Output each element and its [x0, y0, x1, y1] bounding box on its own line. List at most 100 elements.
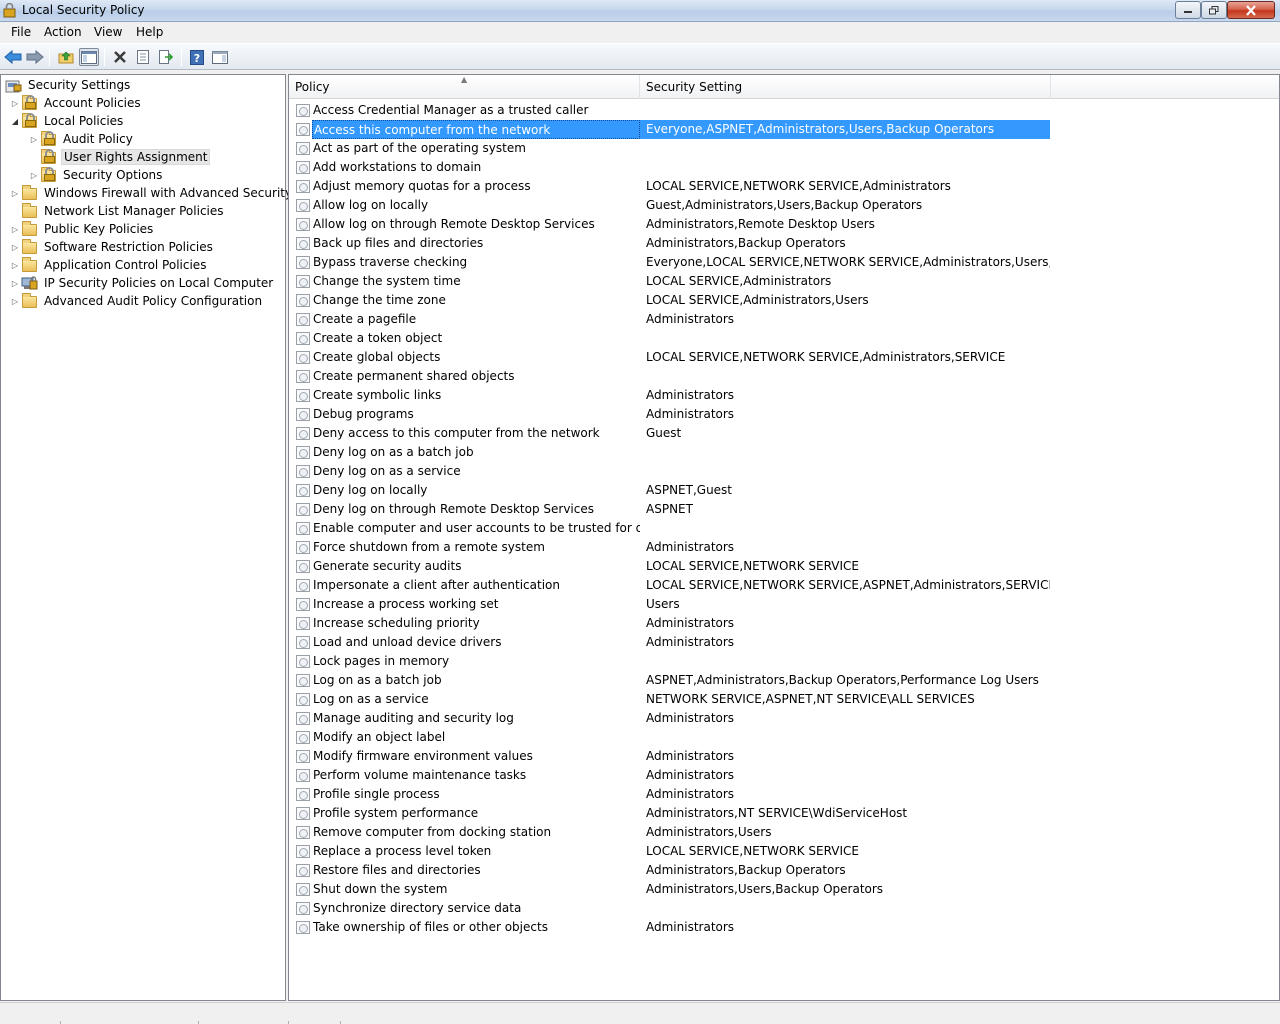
policy-row[interactable]: Shut down the system Administrators,Users…: [289, 880, 1279, 899]
policy-row[interactable]: Change the system time LOCAL SERVICE,Admi…: [289, 272, 1279, 291]
minimize-button[interactable]: [1175, 1, 1201, 19]
policy-row[interactable]: Create a pagefile Administrators: [289, 310, 1279, 329]
policy-row[interactable]: Deny log on through Remote Desktop Servi…: [289, 500, 1279, 519]
policy-row[interactable]: Log on as a batch job ASPNET,Administrato…: [289, 671, 1279, 690]
tree-root[interactable]: Security Settings: [5, 76, 132, 94]
policy-name: Restore files and directories: [313, 863, 481, 877]
policy-row[interactable]: Synchronize directory service data: [289, 899, 1279, 918]
expand-arrow-icon[interactable]: ▷: [9, 187, 21, 199]
expand-arrow-icon[interactable]: ▷: [9, 295, 21, 307]
policy-row[interactable]: Log on as a service NETWORK SERVICE,ASPNE…: [289, 690, 1279, 709]
toolbar: ?: [0, 43, 1280, 70]
expand-arrow-icon[interactable]: ▷: [28, 133, 40, 145]
policy-row[interactable]: Create global objects LOCAL SERVICE,NETWO…: [289, 348, 1279, 367]
policy-row[interactable]: Increase a process working set Users: [289, 595, 1279, 614]
forward-button[interactable]: [25, 48, 45, 66]
policy-row[interactable]: Access Credential Manager as a trusted c…: [289, 101, 1279, 120]
menu-help[interactable]: Help: [136, 25, 163, 39]
policy-icon: [296, 199, 310, 212]
menu-file[interactable]: File: [11, 25, 31, 39]
policy-row[interactable]: Create a token object: [289, 329, 1279, 348]
tree-item[interactable]: ▷ Security Options: [28, 166, 164, 184]
policy-list[interactable]: Policy ▲ Security Setting Access Credent…: [288, 74, 1280, 1001]
policy-row[interactable]: Deny log on as a batch job: [289, 443, 1279, 462]
tree-item[interactable]: ▷ Account Policies: [9, 94, 143, 112]
policy-row[interactable]: Access this computer from the network Eve…: [289, 120, 1279, 139]
policy-row[interactable]: Perform volume maintenance tasks Administ…: [289, 766, 1279, 785]
policy-icon: [296, 180, 310, 193]
policy-row[interactable]: Impersonate a client after authenticatio…: [289, 576, 1279, 595]
policy-row[interactable]: Take ownership of files or other objects…: [289, 918, 1279, 937]
policy-name: Create a pagefile: [313, 312, 417, 326]
tree-item[interactable]: User Rights Assignment: [28, 148, 211, 166]
policy-row[interactable]: Modify an object label: [289, 728, 1279, 747]
show-hide-console-tree-button[interactable]: [79, 48, 99, 66]
export-list-button[interactable]: [156, 48, 176, 66]
tree-item[interactable]: ▷ Public Key Policies: [9, 220, 155, 238]
column-header-policy[interactable]: Policy ▲: [289, 75, 640, 99]
policy-row[interactable]: Change the time zone LOCAL SERVICE,Admini…: [289, 291, 1279, 310]
menu-action[interactable]: Action: [44, 25, 82, 39]
policy-name: Deny access to this computer from the ne…: [313, 426, 600, 440]
title-bar[interactable]: Local Security Policy: [0, 0, 1280, 22]
policy-row[interactable]: Force shutdown from a remote system Admin…: [289, 538, 1279, 557]
tree-item[interactable]: ▷ Advanced Audit Policy Configuration: [9, 292, 264, 310]
policy-row[interactable]: Back up files and directories Administrat…: [289, 234, 1279, 253]
policy-row[interactable]: Adjust memory quotas for a process LOCAL …: [289, 177, 1279, 196]
tree-item[interactable]: ▷ Application Control Policies: [9, 256, 208, 274]
console-tree[interactable]: Security Settings ▷ Account Policies ◢ Loca…: [0, 74, 292, 1001]
delete-button[interactable]: [110, 48, 130, 66]
policy-row[interactable]: Allow log on locally Guest,Administrators…: [289, 196, 1279, 215]
properties-button[interactable]: [133, 48, 153, 66]
policy-row[interactable]: Deny log on locally ASPNET,Guest: [289, 481, 1279, 500]
expand-arrow-icon[interactable]: ▷: [9, 277, 21, 289]
policy-row[interactable]: Enable computer and user accounts to be …: [289, 519, 1279, 538]
policy-row[interactable]: Manage auditing and security log Administ…: [289, 709, 1279, 728]
policy-row[interactable]: Act as part of the operating system: [289, 139, 1279, 158]
policy-row[interactable]: Replace a process level token LOCAL SERVI…: [289, 842, 1279, 861]
policy-row[interactable]: Profile single process Administrators: [289, 785, 1279, 804]
tree-item[interactable]: ◢ Local Policies: [9, 112, 125, 130]
policy-row[interactable]: Create symbolic links Administrators: [289, 386, 1279, 405]
minimize-icon: [1184, 11, 1192, 13]
close-button[interactable]: [1227, 1, 1275, 19]
help-button[interactable]: ?: [187, 48, 207, 66]
policy-row[interactable]: Load and unload device drivers Administra…: [289, 633, 1279, 652]
expand-arrow-icon[interactable]: ▷: [28, 169, 40, 181]
policy-row[interactable]: Deny log on as a service: [289, 462, 1279, 481]
policy-row[interactable]: Debug programs Administrators: [289, 405, 1279, 424]
expand-arrow-icon[interactable]: ▷: [9, 223, 21, 235]
policy-row[interactable]: Deny access to this computer from the ne…: [289, 424, 1279, 443]
policy-row[interactable]: Create permanent shared objects: [289, 367, 1279, 386]
back-button[interactable]: [3, 48, 23, 66]
policy-row[interactable]: Profile system performance Administrators…: [289, 804, 1279, 823]
security-setting-value: [640, 367, 1050, 386]
collapse-arrow-icon[interactable]: ◢: [9, 115, 21, 127]
policy-row[interactable]: Add workstations to domain: [289, 158, 1279, 177]
tree-item[interactable]: Network List Manager Policies: [9, 202, 226, 220]
tree-item[interactable]: ▷ Audit Policy: [28, 130, 135, 148]
expand-arrow-icon[interactable]: ▷: [9, 97, 21, 109]
policy-row[interactable]: Increase scheduling priority Administrato…: [289, 614, 1279, 633]
expand-arrow-icon[interactable]: ▷: [9, 241, 21, 253]
expand-arrow-icon[interactable]: ▷: [9, 259, 21, 271]
security-setting-value: Administrators: [646, 407, 735, 421]
policy-row[interactable]: Bypass traverse checking Everyone,LOCAL S…: [289, 253, 1279, 272]
show-hide-action-pane-button[interactable]: [210, 48, 230, 66]
policy-row[interactable]: Remove computer from docking station Admi…: [289, 823, 1279, 842]
tree-item[interactable]: ▷ Software Restriction Policies: [9, 238, 215, 256]
tree-item[interactable]: ▷ Windows Firewall with Advanced Security: [9, 184, 294, 202]
tree-item[interactable]: ▷ IP Security Policies on Local Computer: [9, 274, 275, 292]
maximize-button[interactable]: [1201, 1, 1227, 19]
policy-row[interactable]: Lock pages in memory: [289, 652, 1279, 671]
column-header-security-setting[interactable]: Security Setting: [640, 75, 1051, 99]
policy-row[interactable]: Allow log on through Remote Desktop Serv…: [289, 215, 1279, 234]
policy-row[interactable]: Modify firmware environment values Admini…: [289, 747, 1279, 766]
folder-icon: [21, 185, 39, 201]
policy-name: Increase a process working set: [313, 597, 499, 611]
security-setting-value: Administrators,Backup Operators: [646, 863, 846, 877]
policy-row[interactable]: Restore files and directories Administrat…: [289, 861, 1279, 880]
policy-row[interactable]: Generate security audits LOCAL SERVICE,NE…: [289, 557, 1279, 576]
menu-view[interactable]: View: [94, 25, 122, 39]
up-one-level-button[interactable]: [56, 48, 76, 66]
